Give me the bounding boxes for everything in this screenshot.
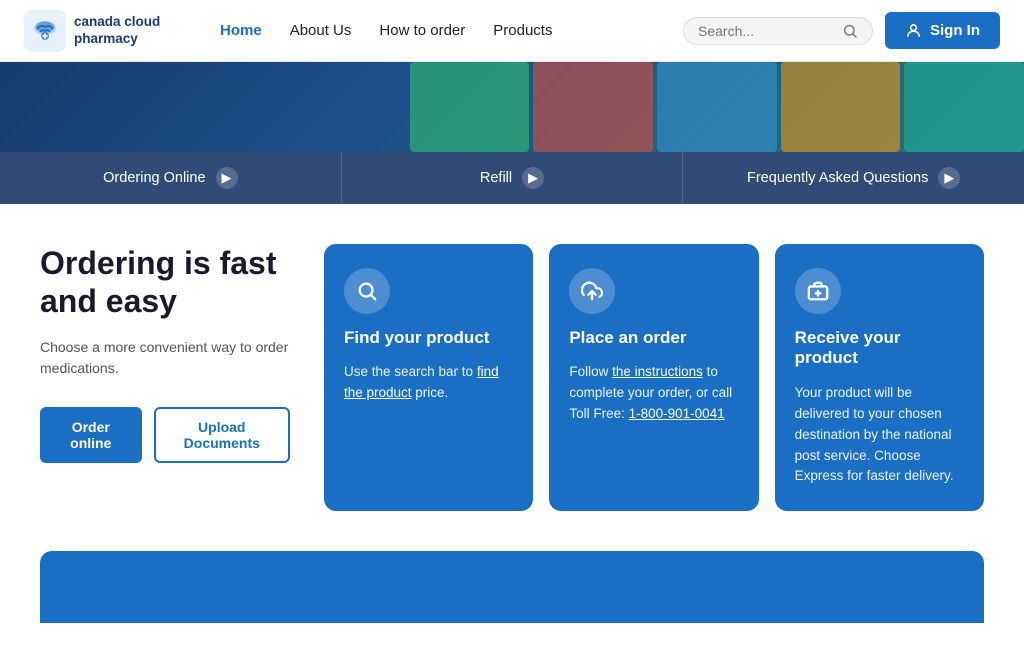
- logo[interactable]: canada cloud pharmacy: [24, 10, 184, 52]
- search-icon: [842, 23, 858, 39]
- card3-title: Receive your product: [795, 328, 964, 369]
- box-card-icon: [807, 280, 829, 302]
- search-input[interactable]: [698, 23, 836, 39]
- hero-text-area: Ordering is fast and easy Choose a more …: [40, 244, 300, 463]
- card2-body: Follow the instructions to complete your…: [569, 362, 738, 425]
- card-receive-product: Receive your product Your product will b…: [775, 244, 984, 511]
- receive-product-icon: [795, 268, 841, 314]
- logo-text: canada cloud pharmacy: [74, 14, 184, 46]
- bottom-blue-section: [40, 551, 984, 623]
- nav-home[interactable]: Home: [220, 22, 262, 39]
- nav-products[interactable]: Products: [493, 22, 552, 39]
- hero-heading: Ordering is fast and easy: [40, 244, 290, 321]
- card-place-order: Place an order Follow the instructions t…: [549, 244, 758, 511]
- ordering-arrow-icon: ▶: [216, 167, 238, 189]
- main-section: Ordering is fast and easy Choose a more …: [0, 204, 1024, 551]
- search-box[interactable]: [683, 17, 873, 45]
- card1-title: Find your product: [344, 328, 513, 348]
- quick-link-ordering-label: Ordering Online: [103, 170, 205, 186]
- phone-link[interactable]: 1-800-901-0041: [629, 406, 725, 421]
- logo-icon: [24, 10, 66, 52]
- find-product-icon: [344, 268, 390, 314]
- nav-how-to-order[interactable]: How to order: [379, 22, 465, 39]
- quick-link-refill-label: Refill: [480, 170, 512, 186]
- hero-subtext: Choose a more convenient way to order me…: [40, 337, 290, 379]
- sign-in-button[interactable]: Sign In: [885, 12, 1000, 49]
- hero-banner: [0, 62, 1024, 152]
- instructions-link[interactable]: the instructions: [612, 364, 703, 379]
- upload-card-icon: [581, 280, 603, 302]
- hero-buttons: Order online Upload Documents: [40, 407, 290, 463]
- order-online-button[interactable]: Order online: [40, 407, 142, 463]
- sign-in-label: Sign In: [930, 22, 980, 39]
- quick-link-ordering[interactable]: Ordering Online ▶: [0, 152, 342, 204]
- quick-link-refill[interactable]: Refill ▶: [342, 152, 684, 204]
- find-product-link[interactable]: find the product: [344, 364, 499, 400]
- faq-arrow-icon: ▶: [938, 167, 960, 189]
- card-find-product: Find your product Use the search bar to …: [324, 244, 533, 511]
- quick-link-faq-label: Frequently Asked Questions: [747, 170, 928, 186]
- card1-body: Use the search bar to find the product p…: [344, 362, 513, 404]
- card3-body: Your product will be delivered to your c…: [795, 383, 964, 488]
- nav-links: Home About Us How to order Products: [220, 22, 683, 39]
- user-icon: [905, 22, 922, 39]
- search-card-icon: [356, 280, 378, 302]
- place-order-icon: [569, 268, 615, 314]
- quick-links-bar: Ordering Online ▶ Refill ▶ Frequently As…: [0, 152, 1024, 204]
- refill-arrow-icon: ▶: [522, 167, 544, 189]
- quick-link-faq[interactable]: Frequently Asked Questions ▶: [683, 152, 1024, 204]
- cards-area: Find your product Use the search bar to …: [324, 244, 984, 511]
- card2-title: Place an order: [569, 328, 738, 348]
- navbar: canada cloud pharmacy Home About Us How …: [0, 0, 1024, 62]
- nav-about[interactable]: About Us: [290, 22, 352, 39]
- upload-documents-button[interactable]: Upload Documents: [154, 407, 290, 463]
- hero-decoration: [410, 62, 1024, 152]
